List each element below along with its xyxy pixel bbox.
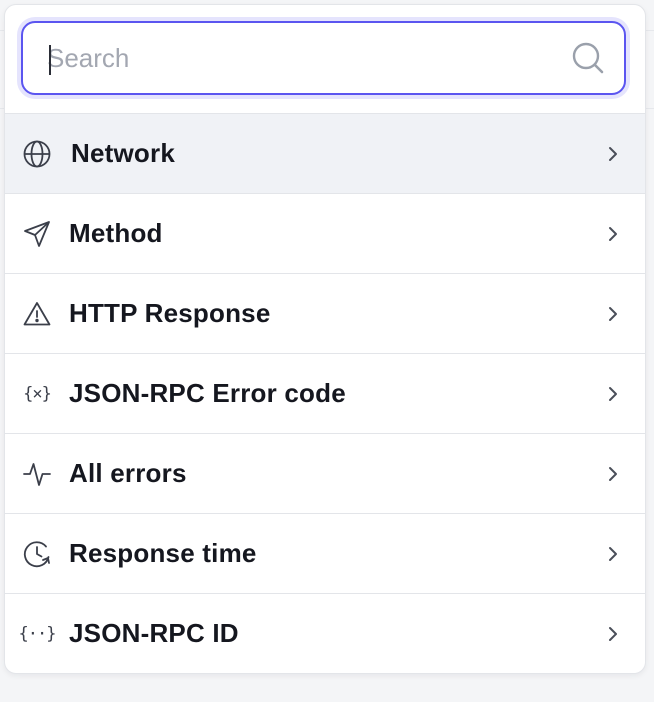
filter-dropdown: Network Method <box>4 4 646 674</box>
chevron-right-icon <box>603 304 623 324</box>
chevron-right-icon <box>603 464 623 484</box>
menu-list: Network Method HTTP Response {×} JSON-RP… <box>5 114 645 673</box>
menu-item-label: JSON-RPC ID <box>69 618 239 648</box>
menu-item-method[interactable]: Method <box>5 194 645 274</box>
search-box[interactable] <box>21 21 626 95</box>
variable-icon: {×} <box>23 383 52 404</box>
globe-icon <box>21 138 53 170</box>
text-cursor <box>49 45 51 75</box>
menu-item-label: JSON-RPC Error code <box>69 378 346 408</box>
menu-item-json-rpc-error-code[interactable]: {×} JSON-RPC Error code <box>5 354 645 434</box>
search-icon[interactable] <box>570 40 606 76</box>
warning-triangle-icon <box>21 298 53 330</box>
send-icon <box>21 218 53 250</box>
menu-item-label: Network <box>71 138 175 168</box>
chevron-right-icon <box>603 624 623 644</box>
menu-item-all-errors[interactable]: All errors <box>5 434 645 514</box>
clock-icon <box>21 538 53 570</box>
menu-item-label: HTTP Response <box>69 298 271 328</box>
menu-item-json-rpc-id[interactable]: {··} JSON-RPC ID <box>5 594 645 673</box>
search-input[interactable] <box>23 28 570 88</box>
menu-item-label: Method <box>69 218 163 248</box>
menu-item-label: Response time <box>69 538 257 568</box>
chevron-right-icon <box>603 144 623 164</box>
search-section <box>5 5 645 114</box>
menu-item-label: All errors <box>69 458 187 488</box>
braces-dots-icon: {··} <box>18 623 57 644</box>
chevron-right-icon <box>603 384 623 404</box>
menu-item-response-time[interactable]: Response time <box>5 514 645 594</box>
activity-icon <box>21 458 53 490</box>
menu-item-network[interactable]: Network <box>5 114 645 194</box>
menu-item-http-response[interactable]: HTTP Response <box>5 274 645 354</box>
chevron-right-icon <box>603 544 623 564</box>
chevron-right-icon <box>603 224 623 244</box>
